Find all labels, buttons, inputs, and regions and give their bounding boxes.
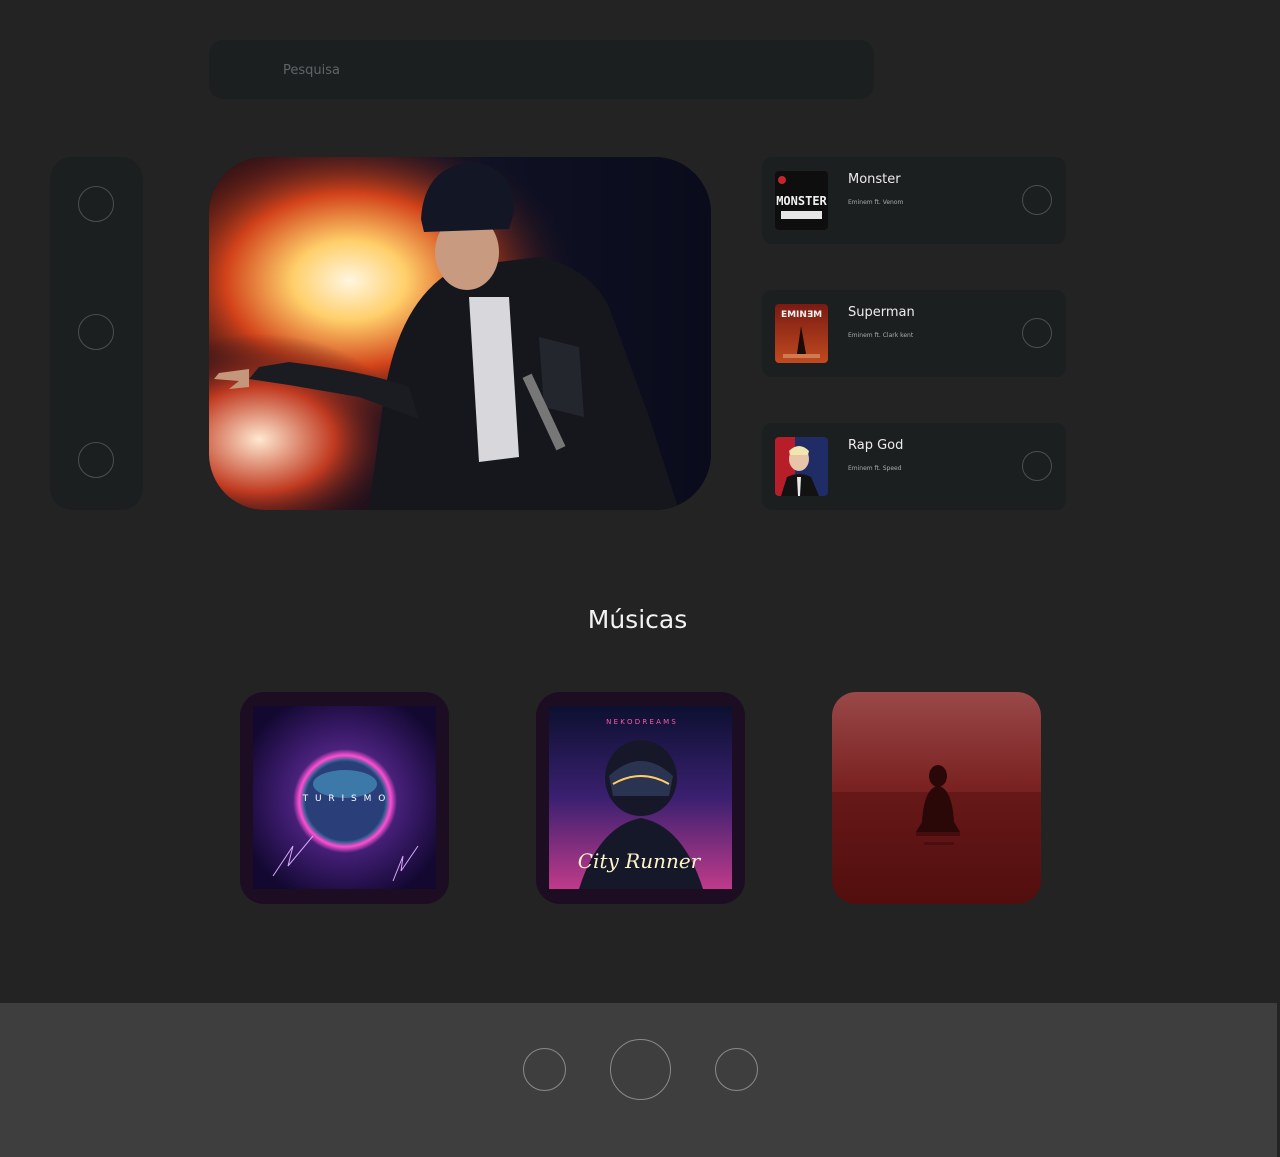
album-cover: N E K O D R E A M S City Runner	[549, 706, 732, 889]
player-bar	[0, 1003, 1277, 1157]
search-bar[interactable]	[209, 40, 874, 101]
previous-button[interactable]	[523, 1048, 566, 1091]
track-action-button[interactable]	[1022, 451, 1052, 481]
cover-text: EMINƎM	[781, 310, 822, 320]
album-card-turismo[interactable]: T U R I S M O	[240, 692, 449, 904]
track-item-monster[interactable]: MONSTER Monster Eminem ft. Venom	[762, 157, 1066, 244]
track-artist: Eminem ft. Clark kent	[848, 332, 914, 339]
nav-button-1[interactable]	[78, 186, 114, 222]
album-card-sign-of-the-times[interactable]	[832, 692, 1041, 904]
track-title: Monster	[848, 172, 901, 187]
track-action-button[interactable]	[1022, 318, 1052, 348]
track-item-rap-god[interactable]: Rap God Eminem ft. Speed	[762, 423, 1066, 510]
track-item-superman[interactable]: EMINƎM Superman Eminem ft. Clark kent	[762, 290, 1066, 377]
album-cover: T U R I S M O	[253, 706, 436, 889]
track-cover: MONSTER	[775, 171, 828, 230]
album-card-city-runner[interactable]: N E K O D R E A M S City Runner	[536, 692, 745, 904]
nav-button-3[interactable]	[78, 442, 114, 478]
search-input[interactable]	[281, 40, 845, 101]
featured-artist-image[interactable]	[209, 157, 711, 510]
play-button[interactable]	[610, 1039, 671, 1100]
cover-header: N E K O D R E A M S	[606, 718, 676, 726]
track-artist: Eminem ft. Speed	[848, 465, 902, 472]
side-nav	[50, 157, 143, 510]
track-action-button[interactable]	[1022, 185, 1052, 215]
next-button[interactable]	[715, 1048, 758, 1091]
section-title: Músicas	[587, 605, 688, 634]
track-cover	[775, 437, 828, 496]
track-title: Superman	[848, 305, 915, 320]
track-title: Rap God	[848, 438, 904, 453]
cover-text: City Runner	[578, 849, 702, 873]
track-cover: EMINƎM	[775, 304, 828, 363]
album-cover	[832, 692, 1041, 904]
artist-photo	[209, 157, 711, 510]
cover-text: T U R I S M O	[302, 794, 388, 804]
track-artist: Eminem ft. Venom	[848, 199, 904, 206]
cover-text: MONSTER	[776, 194, 827, 208]
nav-button-2[interactable]	[78, 314, 114, 350]
